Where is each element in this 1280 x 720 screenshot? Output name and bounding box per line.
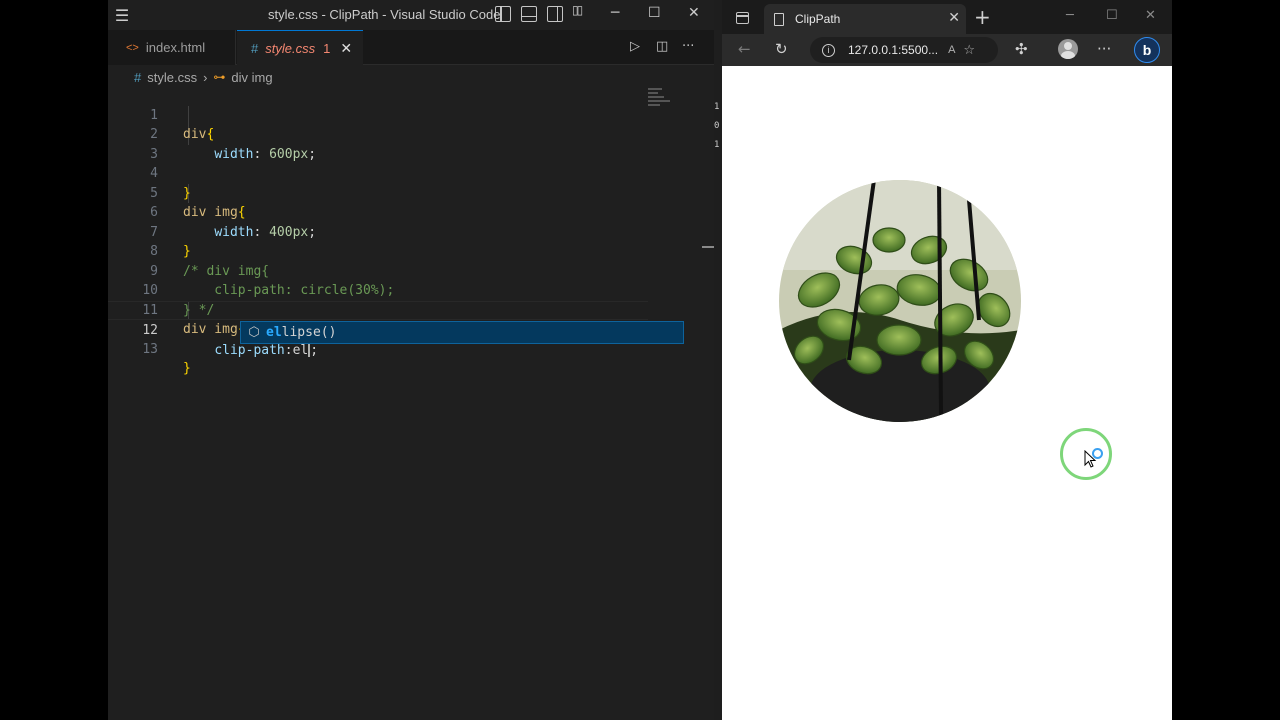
customize-layout-icon[interactable]	[572, 3, 589, 22]
hamburger-menu-icon[interactable]: ☰	[110, 0, 134, 30]
code-line: 2 width: 600px;	[108, 106, 648, 162]
code-line-current: 12 clip-path:el;	[108, 300, 648, 358]
suggestion-match: el	[266, 325, 282, 340]
toggle-secondary-sidebar-icon[interactable]	[547, 6, 563, 22]
code-line: 3	[108, 125, 648, 162]
clipped-text: 1	[714, 140, 720, 150]
maximize-icon[interactable]: ☐	[1106, 8, 1118, 23]
tab-label: index.html	[145, 40, 206, 55]
maximize-icon[interactable]: ☐	[648, 5, 661, 21]
run-icon[interactable]: ▷	[630, 39, 640, 54]
code-line: 11 div img{	[108, 281, 648, 338]
css-property: clip-path	[214, 342, 285, 358]
clipped-text: 0	[714, 121, 720, 131]
window-title: style.css - ClipPath - Visual Studio Cod…	[268, 7, 501, 22]
suggestion-rest: lipse()	[281, 325, 337, 340]
tab-label: style.css	[265, 40, 316, 56]
breadcrumb-symbol[interactable]: div img	[231, 70, 272, 85]
close-tab-icon[interactable]: ✕	[340, 40, 352, 57]
page-content	[722, 66, 1172, 720]
address-bar[interactable]: i 127.0.0.1:5500... A ☆	[810, 37, 998, 63]
code-line: 5 div img{	[108, 164, 648, 221]
url-text: 127.0.0.1:5500...	[848, 43, 939, 57]
favorites-icon[interactable]: ☆	[963, 43, 975, 58]
browser-tab[interactable]: ClipPath ✕	[764, 4, 966, 34]
css-icon: #	[251, 40, 259, 56]
code-line: 1 div{	[108, 86, 648, 143]
back-icon[interactable]: ←	[738, 40, 751, 58]
code-line: 10 } */	[108, 262, 648, 318]
page-icon	[774, 12, 784, 26]
code-line: 4 }	[108, 145, 648, 201]
close-window-icon[interactable]: ✕	[1145, 8, 1156, 23]
code-line: 9 clip-path: circle(30%);	[108, 242, 648, 299]
code-line: 7 }	[108, 203, 648, 260]
tab-index-html[interactable]: <> index.html	[108, 30, 236, 65]
code-editor[interactable]: 1 div{ 2 width: 600px; 3 4 } 5 div img{ …	[108, 86, 714, 720]
code-line: 6 width: 400px;	[108, 184, 648, 240]
cube-icon: ⬡	[248, 325, 260, 340]
layout-controls	[495, 3, 589, 22]
refresh-icon[interactable]: ↻	[775, 40, 788, 58]
read-aloud-icon[interactable]: A	[948, 44, 955, 56]
more-actions-icon[interactable]: ···	[682, 39, 694, 54]
editor-tab-bar: <> index.html # style.css 1 ✕	[108, 30, 714, 65]
css-icon: #	[134, 69, 142, 85]
brace: }	[183, 361, 191, 376]
profile-icon[interactable]	[1058, 39, 1078, 59]
info-icon[interactable]: i	[822, 43, 835, 57]
copilot-icon[interactable]: b	[1134, 37, 1160, 63]
more-icon[interactable]: ···	[1097, 40, 1111, 58]
tab-actions-icon[interactable]	[736, 12, 749, 24]
code-line: 8 /* div img{	[108, 223, 648, 279]
browser-chrome: ClipPath ✕ + ─ ☐ ✕ ← ↻ i 127.0.0.1:5500.…	[722, 0, 1172, 66]
toggle-primary-sidebar-icon[interactable]	[495, 6, 511, 22]
busy-indicator-icon	[1092, 448, 1103, 459]
selector-symbol-icon: ⊶	[213, 70, 226, 84]
browser-toolbar: ← ↻ i 127.0.0.1:5500... A ☆ ✣ ··· b	[722, 34, 1172, 66]
html-icon: <>	[126, 41, 139, 54]
plant-image	[779, 180, 1021, 422]
browser-window: ClipPath ✕ + ─ ☐ ✕ ← ↻ i 127.0.0.1:5500.…	[722, 0, 1172, 720]
vscode-window: ☰ style.css - ClipPath - Visual Studio C…	[108, 0, 714, 720]
tab-style-css[interactable]: # style.css 1 ✕	[237, 30, 363, 65]
vscode-titlebar: ☰ style.css - ClipPath - Visual Studio C…	[108, 0, 714, 30]
clipped-text: 1	[714, 102, 720, 112]
split-editor-icon[interactable]: ◫	[656, 39, 668, 54]
browser-tab-title: ClipPath	[795, 12, 841, 26]
close-window-icon[interactable]: ✕	[688, 5, 700, 21]
line-number: 13	[142, 341, 158, 357]
new-tab-icon[interactable]: +	[974, 5, 991, 29]
minimize-icon[interactable]: ─	[1066, 8, 1074, 23]
autocomplete-suggestion[interactable]: ⬡ el lipse()	[240, 321, 684, 344]
browser-tab-strip: ClipPath ✕ + ─ ☐ ✕	[722, 0, 1172, 34]
breadcrumb-file[interactable]: style.css	[147, 70, 197, 85]
toggle-panel-icon[interactable]	[521, 6, 537, 22]
chevron-right-icon: ›	[203, 69, 208, 85]
typed-text: el	[292, 342, 309, 358]
minimize-icon[interactable]: ─	[611, 5, 619, 21]
problem-count-badge: 1	[323, 40, 331, 56]
breadcrumb: # style.css › ⊶ div img	[134, 68, 273, 86]
extensions-icon[interactable]: ✣	[1015, 40, 1028, 58]
close-tab-icon[interactable]: ✕	[948, 10, 960, 26]
